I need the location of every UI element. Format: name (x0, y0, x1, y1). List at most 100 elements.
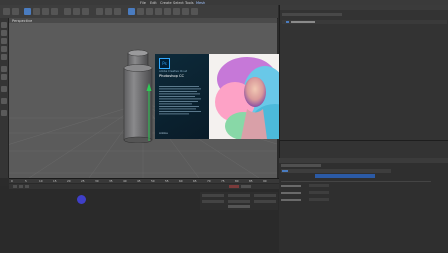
attribute-label-1 (281, 185, 301, 187)
rotate-icon[interactable] (51, 8, 58, 15)
axis-z-icon[interactable] (82, 8, 89, 15)
attribute-label-2 (281, 192, 301, 194)
object-manager-tabs (280, 5, 448, 10)
render-settings-icon[interactable] (114, 8, 121, 15)
attributes-panel (279, 158, 448, 252)
render-picture-viewer-icon[interactable] (105, 8, 112, 15)
axis-y-icon[interactable] (73, 8, 80, 15)
timeline-ruler[interactable]: 0 5 10 15 20 25 30 35 40 45 50 55 60 65 … (9, 179, 279, 183)
ruler-tick: 50 (151, 179, 155, 183)
coord-rotation-field[interactable] (254, 194, 276, 197)
ruler-tick: 55 (165, 179, 169, 183)
panel-divider (280, 140, 448, 141)
menu-item-mesh[interactable]: Mesh (196, 1, 205, 5)
ps-app-badge: Ps (159, 58, 170, 69)
ruler-tick: 15 (53, 179, 57, 183)
autokey-icon[interactable] (241, 185, 251, 188)
attributes-tabs (279, 158, 448, 163)
move-icon[interactable] (33, 8, 40, 15)
object-manager-menu (282, 13, 342, 16)
cylinder-object-icon (286, 21, 289, 23)
coord-size-field[interactable] (228, 200, 250, 203)
splash-product-name: Photoshop CC (159, 74, 185, 78)
coord-position-field[interactable] (202, 194, 224, 197)
apply-button[interactable] (228, 205, 250, 208)
ruler-tick: 80 (235, 179, 239, 183)
ruler-tick: 65 (193, 179, 197, 183)
attribute-label-3 (281, 199, 301, 201)
object-row-name (291, 21, 315, 23)
selected-object-icon (282, 170, 288, 172)
deformer-icon[interactable] (164, 8, 171, 15)
live-select-icon[interactable] (24, 8, 31, 15)
photoshop-splash-screen: Ps Adobe Creative Cloud Photoshop CC Ado… (155, 54, 299, 139)
coord-size-field[interactable] (228, 194, 250, 197)
go-to-end-icon[interactable] (25, 185, 29, 188)
undo-icon[interactable] (3, 8, 10, 15)
ruler-tick: 0 (11, 179, 13, 183)
axis-mode-icon[interactable] (1, 66, 7, 72)
coordinates-panel (200, 192, 278, 210)
pen-icon[interactable] (137, 8, 144, 15)
menu-item-file[interactable]: File (140, 1, 146, 5)
menu-item-edit[interactable]: Edit (150, 1, 157, 5)
ruler-tick: 20 (67, 179, 71, 183)
play-icon[interactable] (19, 185, 23, 188)
record-key-icon[interactable] (229, 185, 239, 188)
splash-adobe-badge: Adobe (159, 131, 168, 135)
tweak-mode-icon[interactable] (1, 74, 7, 80)
menu-item-create[interactable]: Create (160, 1, 172, 5)
attributes-tab-strip[interactable] (315, 174, 375, 178)
left-mode-palette (0, 18, 9, 178)
menu-item-tools[interactable]: Tools (185, 1, 194, 5)
ruler-tick: 35 (109, 179, 113, 183)
render-view-icon[interactable] (96, 8, 103, 15)
redo-icon[interactable] (12, 8, 19, 15)
ruler-tick: 60 (179, 179, 183, 183)
cursor-marker (77, 195, 86, 204)
ruler-tick: 90 (263, 179, 267, 183)
subdivision-icon[interactable] (146, 8, 153, 15)
camera-icon[interactable] (182, 8, 189, 15)
go-to-start-icon[interactable] (13, 185, 17, 188)
texture-mode-icon[interactable] (1, 30, 7, 36)
workplane-icon[interactable] (1, 98, 7, 104)
lock-icon[interactable] (1, 110, 7, 116)
snap-icon[interactable] (1, 86, 7, 92)
scale-icon[interactable] (42, 8, 49, 15)
model-mode-icon[interactable] (1, 22, 7, 28)
menu-item-select[interactable]: Select (173, 1, 184, 5)
attributes-separator (281, 181, 431, 182)
attribute-field-1[interactable] (309, 184, 329, 187)
attributes-mode-menu (281, 164, 321, 167)
points-mode-icon[interactable] (1, 38, 7, 44)
splash-credits-text (159, 86, 203, 118)
ruler-tick: 85 (249, 179, 253, 183)
cube-icon[interactable] (128, 8, 135, 15)
attributes-header (281, 169, 391, 173)
viewport-label: Perspective (12, 18, 33, 23)
attribute-field-3[interactable] (309, 198, 329, 201)
main-toolbar (0, 5, 278, 19)
ruler-tick: 10 (39, 179, 43, 183)
ruler-tick: 45 (137, 179, 141, 183)
timeline-panel: 0 5 10 15 20 25 30 35 40 45 50 55 60 65 … (9, 178, 279, 253)
ruler-tick: 5 (25, 179, 27, 183)
coord-position-field[interactable] (202, 200, 224, 203)
y-axis-handle[interactable] (145, 83, 153, 143)
array-icon[interactable] (155, 8, 162, 15)
coord-rotation-field[interactable] (254, 200, 276, 203)
light-icon[interactable] (191, 8, 198, 15)
ruler-tick: 30 (95, 179, 99, 183)
ruler-tick: 70 (207, 179, 211, 183)
ruler-tick: 25 (81, 179, 85, 183)
floor-icon[interactable] (173, 8, 180, 15)
axis-x-icon[interactable] (64, 8, 71, 15)
playback-controls (9, 184, 279, 189)
ruler-tick: 75 (221, 179, 225, 183)
material-strip (0, 186, 9, 252)
polygons-mode-icon[interactable] (1, 54, 7, 60)
edges-mode-icon[interactable] (1, 46, 7, 52)
ruler-tick: 40 (123, 179, 127, 183)
attribute-field-2[interactable] (309, 191, 329, 194)
